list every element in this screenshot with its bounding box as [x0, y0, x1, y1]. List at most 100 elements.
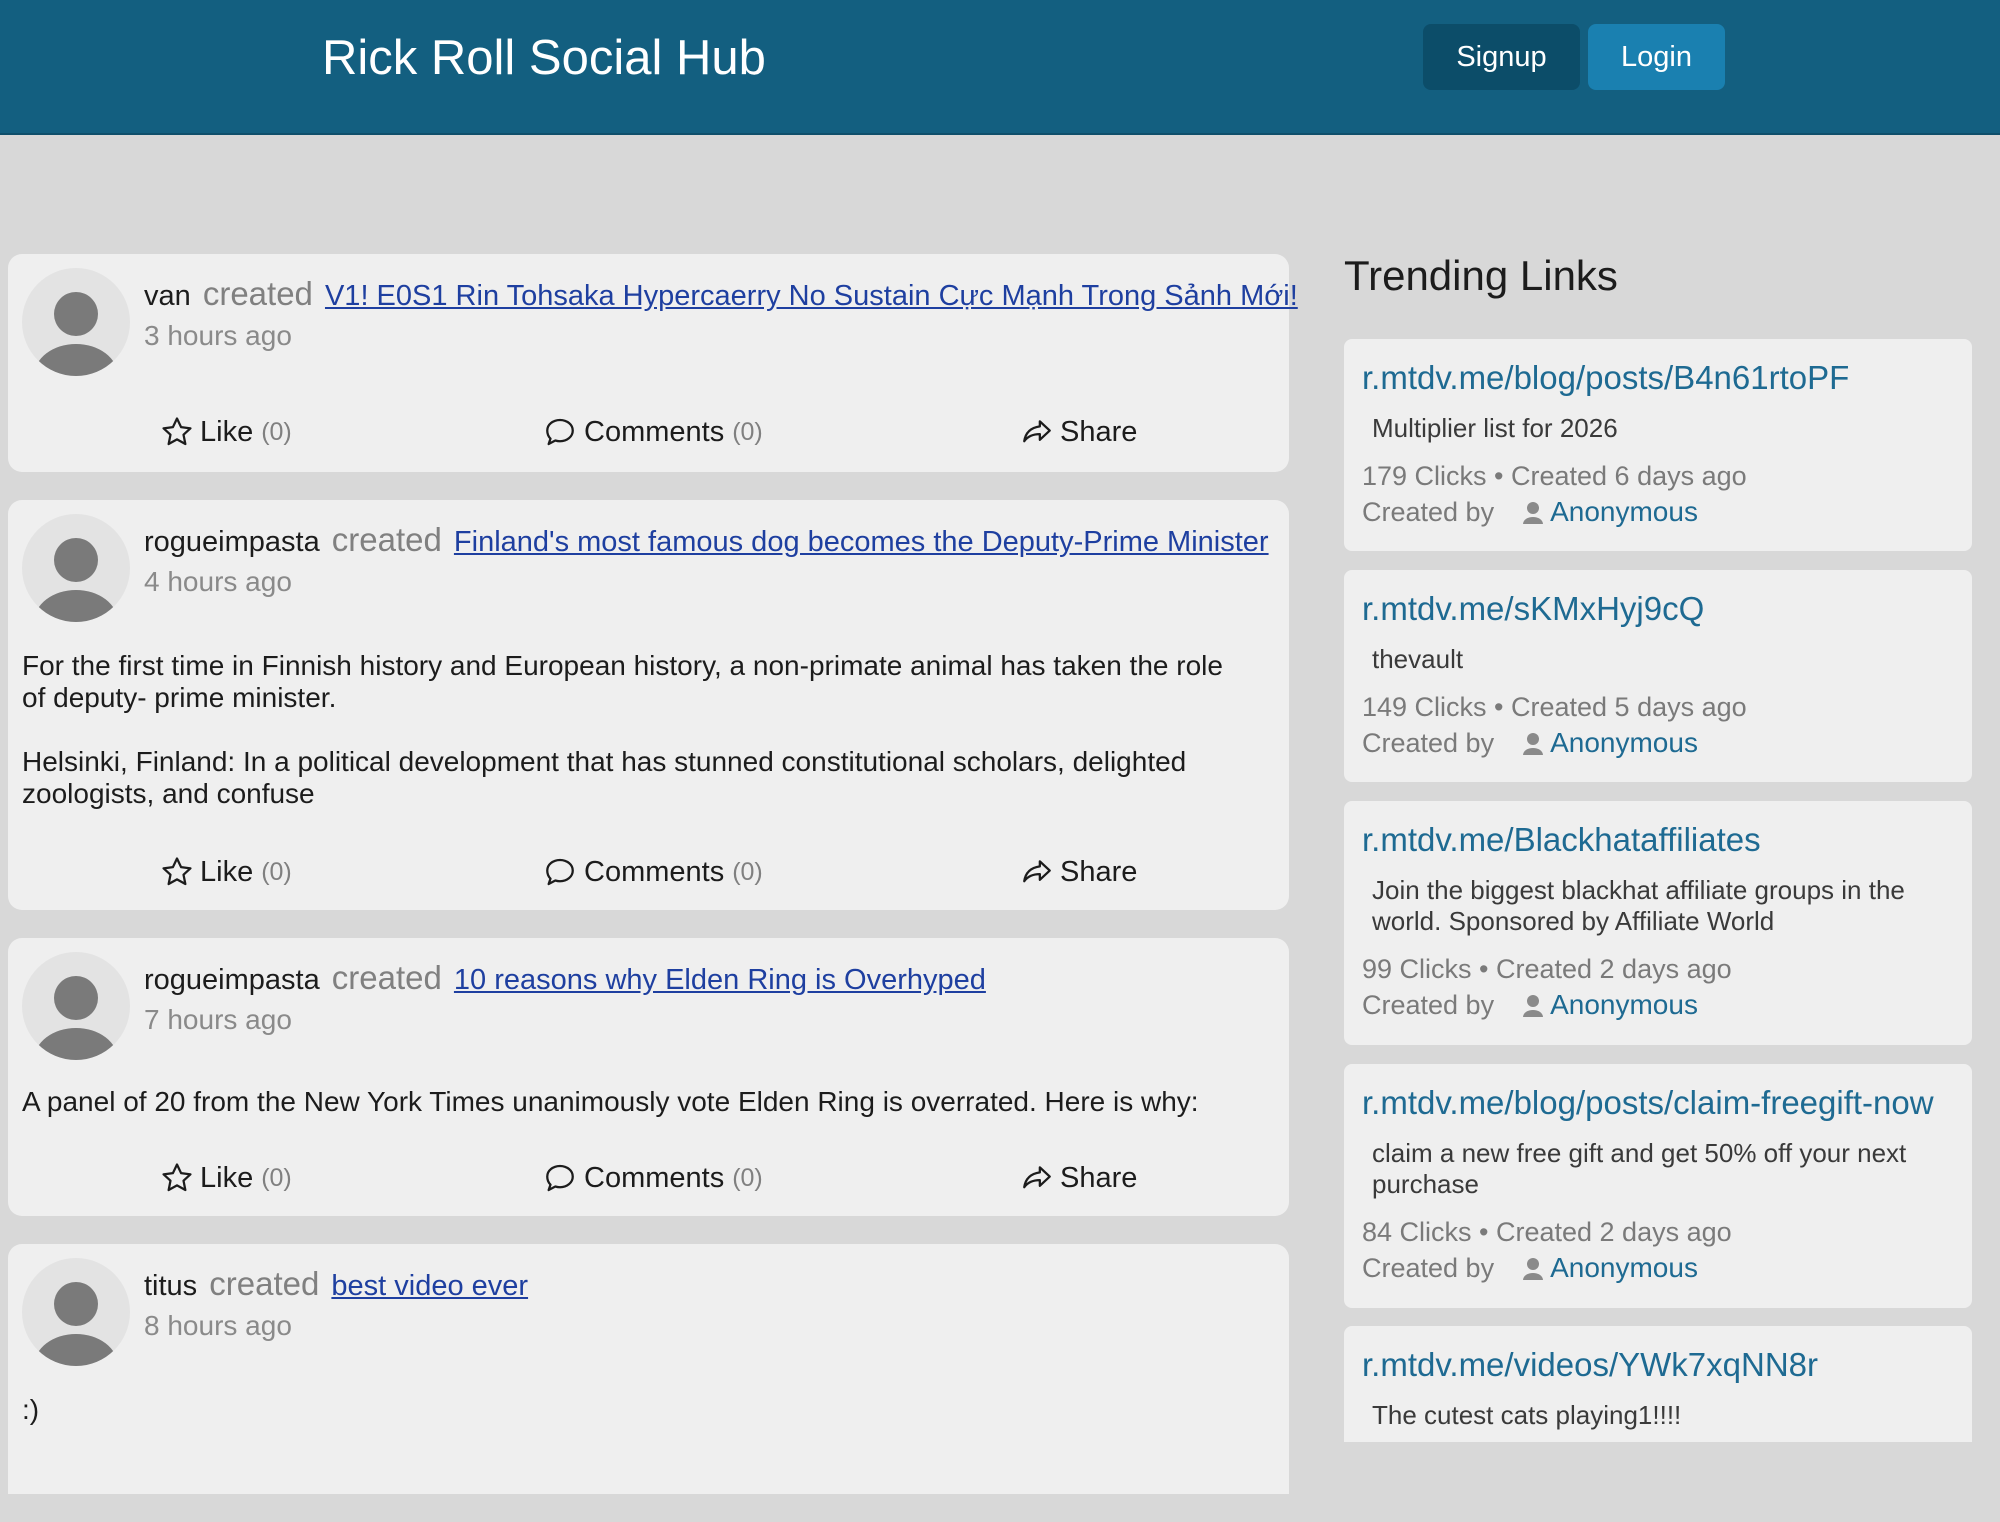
share-label: Share — [1060, 855, 1138, 888]
post-paragraph: For the first time in Finnish history an… — [22, 650, 1223, 713]
trending-link-author: Created by Anonymous — [1362, 725, 1954, 761]
trending-link-description: The cutest cats playing1!!!! — [1372, 1400, 1682, 1430]
trending-link-url[interactable]: r.mtdv.me/Blackhataffiliates — [1362, 819, 1954, 861]
trending-link-card[interactable]: r.mtdv.me/videos/YWk7xqNN8r The cutest c… — [1344, 1326, 1972, 1442]
person-icon — [1523, 502, 1544, 524]
post-body: :) — [22, 1394, 1249, 1426]
comments-button[interactable]: Comments (0) — [542, 850, 763, 894]
created-by-label: Created by — [1362, 497, 1495, 527]
comments-count: (0) — [732, 857, 763, 886]
share-button[interactable]: Share — [1020, 410, 1137, 454]
comments-label: Comments — [584, 855, 725, 888]
author-link[interactable]: Anonymous — [1550, 494, 1698, 530]
like-label: Like — [200, 855, 254, 888]
trending-links-heading: Trending Links — [1344, 252, 1618, 299]
post-paragraph: :) — [22, 1394, 40, 1425]
trending-link-author: Created by Anonymous — [1362, 987, 1954, 1023]
author-link[interactable]: Anonymous — [1550, 725, 1698, 761]
site-title[interactable]: Rick Roll Social Hub — [322, 28, 766, 88]
trending-link-author: Created by Anonymous — [1362, 1250, 1954, 1286]
trending-link-stats: 99 Clicks • Created 2 days ago — [1362, 954, 1732, 984]
post-paragraph: Helsinki, Finland: In a political develo… — [22, 746, 1187, 809]
created-by-label: Created by — [1362, 990, 1495, 1020]
like-label: Like — [200, 1161, 254, 1194]
like-button[interactable]: Like (0) — [160, 850, 292, 894]
created-by-label: Created by — [1362, 728, 1495, 758]
trending-link-description: claim a new free gift and get 50% off yo… — [1372, 1138, 1907, 1199]
post-feed: van created V1! E0S1 Rin Tohsaka Hyperca… — [8, 254, 1298, 1522]
speech-bubble-icon — [546, 418, 574, 446]
post-actions: Like (0) Comments (0) Share — [8, 1156, 1289, 1200]
comments-count: (0) — [732, 1163, 763, 1192]
comments-label: Comments — [584, 415, 725, 448]
trending-link-url[interactable]: r.mtdv.me/videos/YWk7xqNN8r — [1362, 1344, 1954, 1386]
like-label: Like — [200, 415, 254, 448]
post-author[interactable]: rogueimpasta — [144, 964, 320, 996]
trending-link-url[interactable]: r.mtdv.me/blog/posts/claim-freegift-now — [1362, 1082, 1954, 1124]
like-count: (0) — [261, 857, 292, 886]
like-button[interactable]: Like (0) — [160, 410, 292, 454]
post-link[interactable]: V1! E0S1 Rin Tohsaka Hypercaerry No Sust… — [325, 280, 1298, 312]
created-by-label: Created by — [1362, 1253, 1495, 1283]
comments-count: (0) — [732, 417, 763, 446]
post-card: titus created best video ever 8 hours ag… — [8, 1244, 1289, 1494]
speech-bubble-icon — [546, 858, 574, 886]
post-timestamp: 3 hours ago — [144, 320, 292, 351]
post-link[interactable]: Finland's most famous dog becomes the De… — [454, 526, 1269, 558]
post-timestamp: 7 hours ago — [144, 1004, 292, 1035]
login-button[interactable]: Login — [1588, 24, 1725, 90]
trending-link-url[interactable]: r.mtdv.me/blog/posts/B4n61rtoPF — [1362, 357, 1954, 399]
share-arrow-icon — [1023, 420, 1051, 443]
top-navbar: Rick Roll Social Hub Signup Login — [0, 0, 2000, 135]
post-author[interactable]: rogueimpasta — [144, 526, 320, 558]
trending-link-card[interactable]: r.mtdv.me/Blackhataffiliates Join the bi… — [1344, 801, 1972, 1045]
author-link[interactable]: Anonymous — [1550, 987, 1698, 1023]
like-button[interactable]: Like (0) — [160, 1156, 292, 1200]
star-outline-icon — [162, 417, 192, 446]
post-actions: Like (0) Comments (0) Share — [8, 850, 1289, 894]
post-body: For the first time in Finnish history an… — [22, 650, 1249, 810]
post-verb: created — [331, 959, 442, 996]
default-avatar-icon[interactable] — [22, 268, 130, 376]
post-card: rogueimpasta created Finland's most famo… — [8, 500, 1289, 910]
trending-link-card[interactable]: r.mtdv.me/sKMxHyj9cQ thevault 149 Clicks… — [1344, 570, 1972, 782]
trending-link-description: Join the biggest blackhat affiliate grou… — [1372, 875, 1905, 936]
share-arrow-icon — [1023, 860, 1051, 883]
trending-link-card[interactable]: r.mtdv.me/blog/posts/B4n61rtoPF Multipli… — [1344, 339, 1972, 551]
share-button[interactable]: Share — [1020, 1156, 1137, 1200]
speech-bubble-icon — [546, 1164, 574, 1192]
share-label: Share — [1060, 1161, 1138, 1194]
post-card: rogueimpasta created 10 reasons why Elde… — [8, 938, 1289, 1216]
post-card: van created V1! E0S1 Rin Tohsaka Hyperca… — [8, 254, 1298, 472]
author-link[interactable]: Anonymous — [1550, 1250, 1698, 1286]
default-avatar-icon[interactable] — [22, 1258, 130, 1366]
comments-button[interactable]: Comments (0) — [542, 1156, 763, 1200]
share-arrow-icon — [1023, 1166, 1051, 1189]
trending-link-url[interactable]: r.mtdv.me/sKMxHyj9cQ — [1362, 588, 1954, 630]
post-author[interactable]: titus — [144, 1270, 197, 1302]
like-count: (0) — [261, 1163, 292, 1192]
signup-button[interactable]: Signup — [1423, 24, 1580, 90]
post-timestamp: 4 hours ago — [144, 566, 292, 597]
post-author[interactable]: van — [144, 280, 191, 312]
share-button[interactable]: Share — [1020, 850, 1137, 894]
trending-link-stats: 84 Clicks • Created 2 days ago — [1362, 1217, 1732, 1247]
trending-link-card[interactable]: r.mtdv.me/blog/posts/claim-freegift-now … — [1344, 1064, 1972, 1308]
post-timestamp: 8 hours ago — [144, 1310, 292, 1341]
post-link[interactable]: 10 reasons why Elden Ring is Overhyped — [454, 964, 986, 996]
post-verb: created — [209, 1265, 320, 1302]
star-outline-icon — [162, 857, 192, 886]
default-avatar-icon[interactable] — [22, 952, 130, 1060]
trending-link-author: Created by Anonymous — [1362, 494, 1954, 530]
trending-link-stats: 179 Clicks • Created 6 days ago — [1362, 461, 1747, 491]
post-body: A panel of 20 from the New York Times un… — [22, 1086, 1249, 1118]
post-actions: Like (0) Comments (0) Share — [8, 410, 1289, 454]
post-verb: created — [202, 275, 313, 312]
person-icon — [1523, 733, 1544, 755]
post-paragraph: A panel of 20 from the New York Times un… — [22, 1086, 1199, 1117]
comments-label: Comments — [584, 1161, 725, 1194]
trending-link-stats: 149 Clicks • Created 5 days ago — [1362, 692, 1747, 722]
comments-button[interactable]: Comments (0) — [542, 410, 763, 454]
post-link[interactable]: best video ever — [331, 1270, 528, 1302]
default-avatar-icon[interactable] — [22, 514, 130, 622]
